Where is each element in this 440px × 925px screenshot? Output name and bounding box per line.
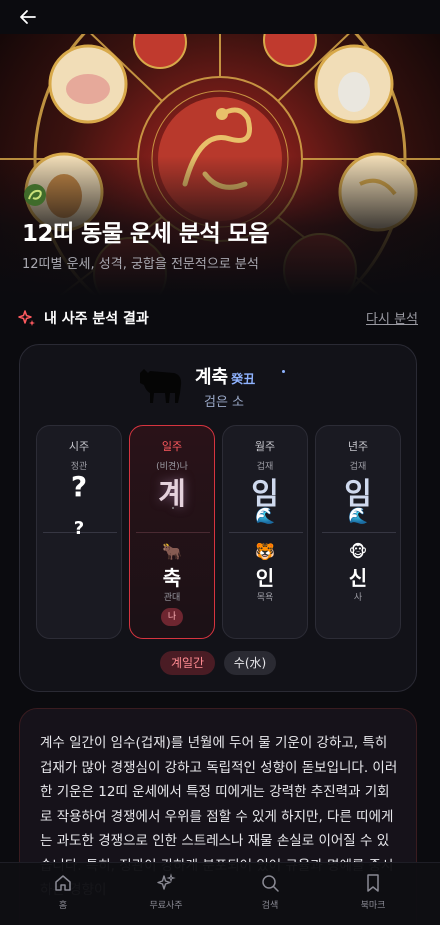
four-pillars: 시주 정관 ? ? 일주 (비견)나 계 🐂 축 관대 나 월주 겁재 임 🌊 …: [36, 425, 402, 640]
pillar-branch: ?: [73, 518, 85, 539]
day-stem-chip[interactable]: 계일간: [160, 651, 215, 675]
nav-item-free-saju[interactable]: 무료사주: [121, 873, 211, 911]
indicator-dot: [172, 507, 174, 509]
home-icon: [55, 875, 71, 891]
nav-item-search[interactable]: 검색: [225, 873, 315, 911]
ox-silhouette-icon: [140, 369, 182, 403]
pillar-heading: 월주: [254, 440, 276, 453]
tiger-icon: 🐯: [255, 542, 275, 561]
nav-label: 홈: [58, 901, 68, 911]
back-button[interactable]: [14, 3, 42, 31]
pillar-twelve-stage: 사: [353, 593, 363, 603]
pillar-month[interactable]: 월주 겁재 임 🌊 🐯 인 목욕: [222, 425, 308, 639]
monkey-icon: 🐵: [348, 542, 368, 561]
pillar-divider: [136, 532, 210, 533]
nav-label: 북마크: [360, 901, 386, 911]
pillar-branch: 인: [255, 566, 275, 590]
pillar-year[interactable]: 년주 겁재 임 🌊 🐵 신 사: [315, 425, 401, 639]
saju-result-card: 계축 癸丑 검은 소 시주 정관 ? ? 일주 (비견)나 계 🐂 축 관대 나 …: [19, 344, 417, 692]
pillar-stem: ?: [70, 470, 88, 503]
section-title: 내 사주 분석 결과: [44, 311, 149, 327]
top-bar: [0, 0, 440, 34]
sparkles-icon: [18, 310, 35, 326]
indicator-dot: [282, 370, 285, 373]
bottom-navigation: 홈 무료사주 검색 북마크: [0, 862, 440, 925]
pillar-heading: 년주: [347, 440, 369, 453]
page-title: 12띠 동물 운세 분석 모음: [22, 221, 269, 247]
pillar-branch: 신: [348, 566, 368, 590]
bookmark-icon: [367, 874, 379, 892]
nav-label: 검색: [261, 901, 279, 911]
pillar-day[interactable]: 일주 (비견)나 계 🐂 축 관대 나: [129, 425, 215, 639]
water-wave-icon: 🌊: [255, 506, 275, 525]
pillar-twelve-stage: 관대: [163, 593, 181, 603]
nav-label: 무료사주: [149, 901, 183, 911]
hero-banner: 12띠 동물 운세 분석 모음 12띠별 운세, 성격, 궁합을 전문적으로 분…: [0, 34, 440, 296]
retry-analysis-link[interactable]: 다시 분석: [366, 308, 418, 327]
pillar-heading: 일주: [161, 440, 183, 453]
nav-item-bookmark[interactable]: 북마크: [328, 873, 418, 911]
search-icon: [262, 875, 279, 892]
pillar-divider: [229, 532, 303, 533]
dragon-badge-icon: [24, 184, 46, 206]
pillar-twelve-stage: 목욕: [256, 593, 274, 603]
sparkles-icon: [157, 873, 176, 890]
pillar-hour[interactable]: 시주 정관 ? ?: [36, 425, 122, 639]
water-wave-icon: 🌊: [348, 506, 368, 525]
ox-icon: 🐂: [162, 542, 182, 561]
animal-description: 검은 소: [204, 395, 245, 410]
section-header: 내 사주 분석 결과 다시 분석: [18, 306, 422, 330]
animal-pillar-title: 계축 癸丑: [195, 363, 255, 389]
nav-item-home[interactable]: 홈: [18, 873, 108, 911]
pillar-branch: 축: [162, 566, 182, 590]
me-badge: 나: [161, 608, 183, 626]
element-chip[interactable]: 수(水): [224, 651, 276, 675]
animal-pillar-hanja: 癸丑: [231, 372, 256, 386]
animal-pillar-name: 계축: [195, 367, 229, 388]
arrow-left-icon: [20, 10, 36, 24]
page-subtitle: 12띠별 운세, 성격, 궁합을 전문적으로 분석: [22, 257, 259, 272]
pillar-heading: 시주: [68, 440, 90, 453]
pillar-divider: [322, 532, 396, 533]
